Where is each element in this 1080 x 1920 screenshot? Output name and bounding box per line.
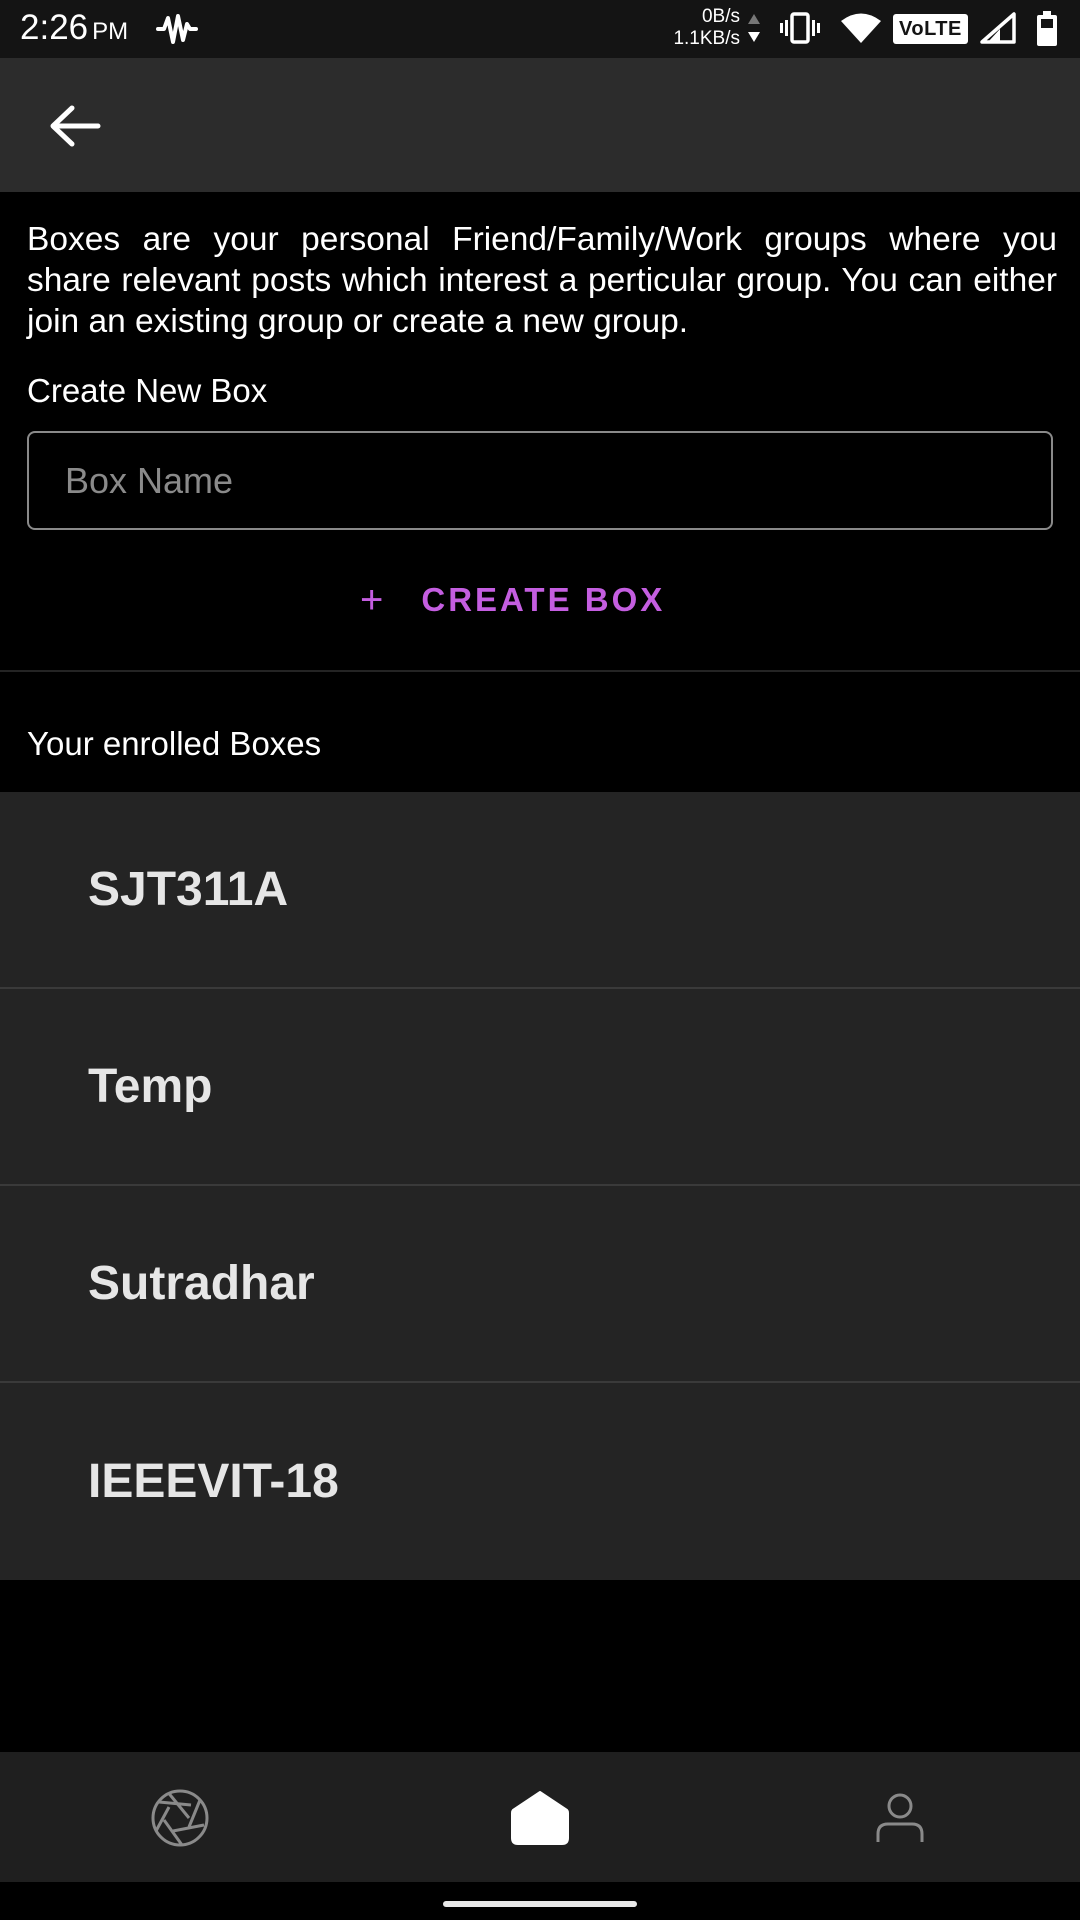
nav-camera-button[interactable] — [142, 1780, 218, 1856]
create-box-button[interactable]: + CREATE BOX — [360, 570, 665, 630]
enrolled-box-list: SJT311A Temp Sutradhar IEEEVIT-18 — [0, 792, 1080, 1580]
section-divider — [0, 670, 1080, 672]
volte-icon: VoLTE — [893, 14, 968, 44]
app-bar — [0, 58, 1080, 192]
create-new-box-label: Create New Box — [27, 372, 268, 409]
wifi-icon — [841, 13, 881, 43]
bottom-navigation — [0, 1752, 1080, 1882]
nav-home-button[interactable] — [502, 1780, 578, 1856]
profile-icon — [876, 1793, 924, 1842]
status-bar: 2:26 PM 0B/s 1.1KB/s VoLTE — [0, 0, 1080, 58]
data-arrows-icon — [748, 14, 760, 42]
box-list-item[interactable]: IEEEVIT-18 — [0, 1383, 1080, 1580]
back-button[interactable] — [40, 98, 110, 154]
box-list-item[interactable]: SJT311A — [0, 792, 1080, 989]
pulse-icon — [156, 14, 198, 44]
box-item-label: Sutradhar — [88, 1257, 315, 1310]
network-speed: 0B/s 1.1KB/s — [656, 6, 740, 50]
box-item-label: SJT311A — [88, 863, 289, 916]
battery-icon — [1037, 11, 1057, 46]
vibrate-icon — [780, 12, 820, 44]
nav-profile-button[interactable] — [862, 1780, 938, 1856]
enrolled-boxes-header: Your enrolled Boxes — [27, 725, 322, 762]
status-time: 2:26 PM — [20, 8, 128, 48]
box-list-item[interactable]: Temp — [0, 989, 1080, 1186]
box-name-input[interactable] — [27, 431, 1053, 530]
camera-aperture-icon — [151, 1789, 209, 1847]
status-time-value: 2:26 — [20, 8, 89, 47]
home-icon — [511, 1791, 569, 1845]
box-list-item[interactable]: Sutradhar — [0, 1186, 1080, 1383]
create-box-button-label: CREATE BOX — [421, 581, 666, 618]
arrow-left-icon — [50, 105, 101, 147]
box-item-label: IEEEVIT-18 — [88, 1455, 339, 1508]
boxes-description: Boxes are your personal Friend/Family/Wo… — [27, 221, 1057, 340]
net-down-speed: 1.1KB/s — [673, 28, 740, 49]
home-indicator[interactable] — [443, 1901, 637, 1907]
net-up-speed: 0B/s — [701, 6, 740, 27]
status-time-ampm: PM — [92, 18, 129, 45]
plus-icon: + — [360, 577, 384, 622]
cell-signal-icon — [980, 12, 1016, 44]
box-item-label: Temp — [88, 1060, 213, 1113]
